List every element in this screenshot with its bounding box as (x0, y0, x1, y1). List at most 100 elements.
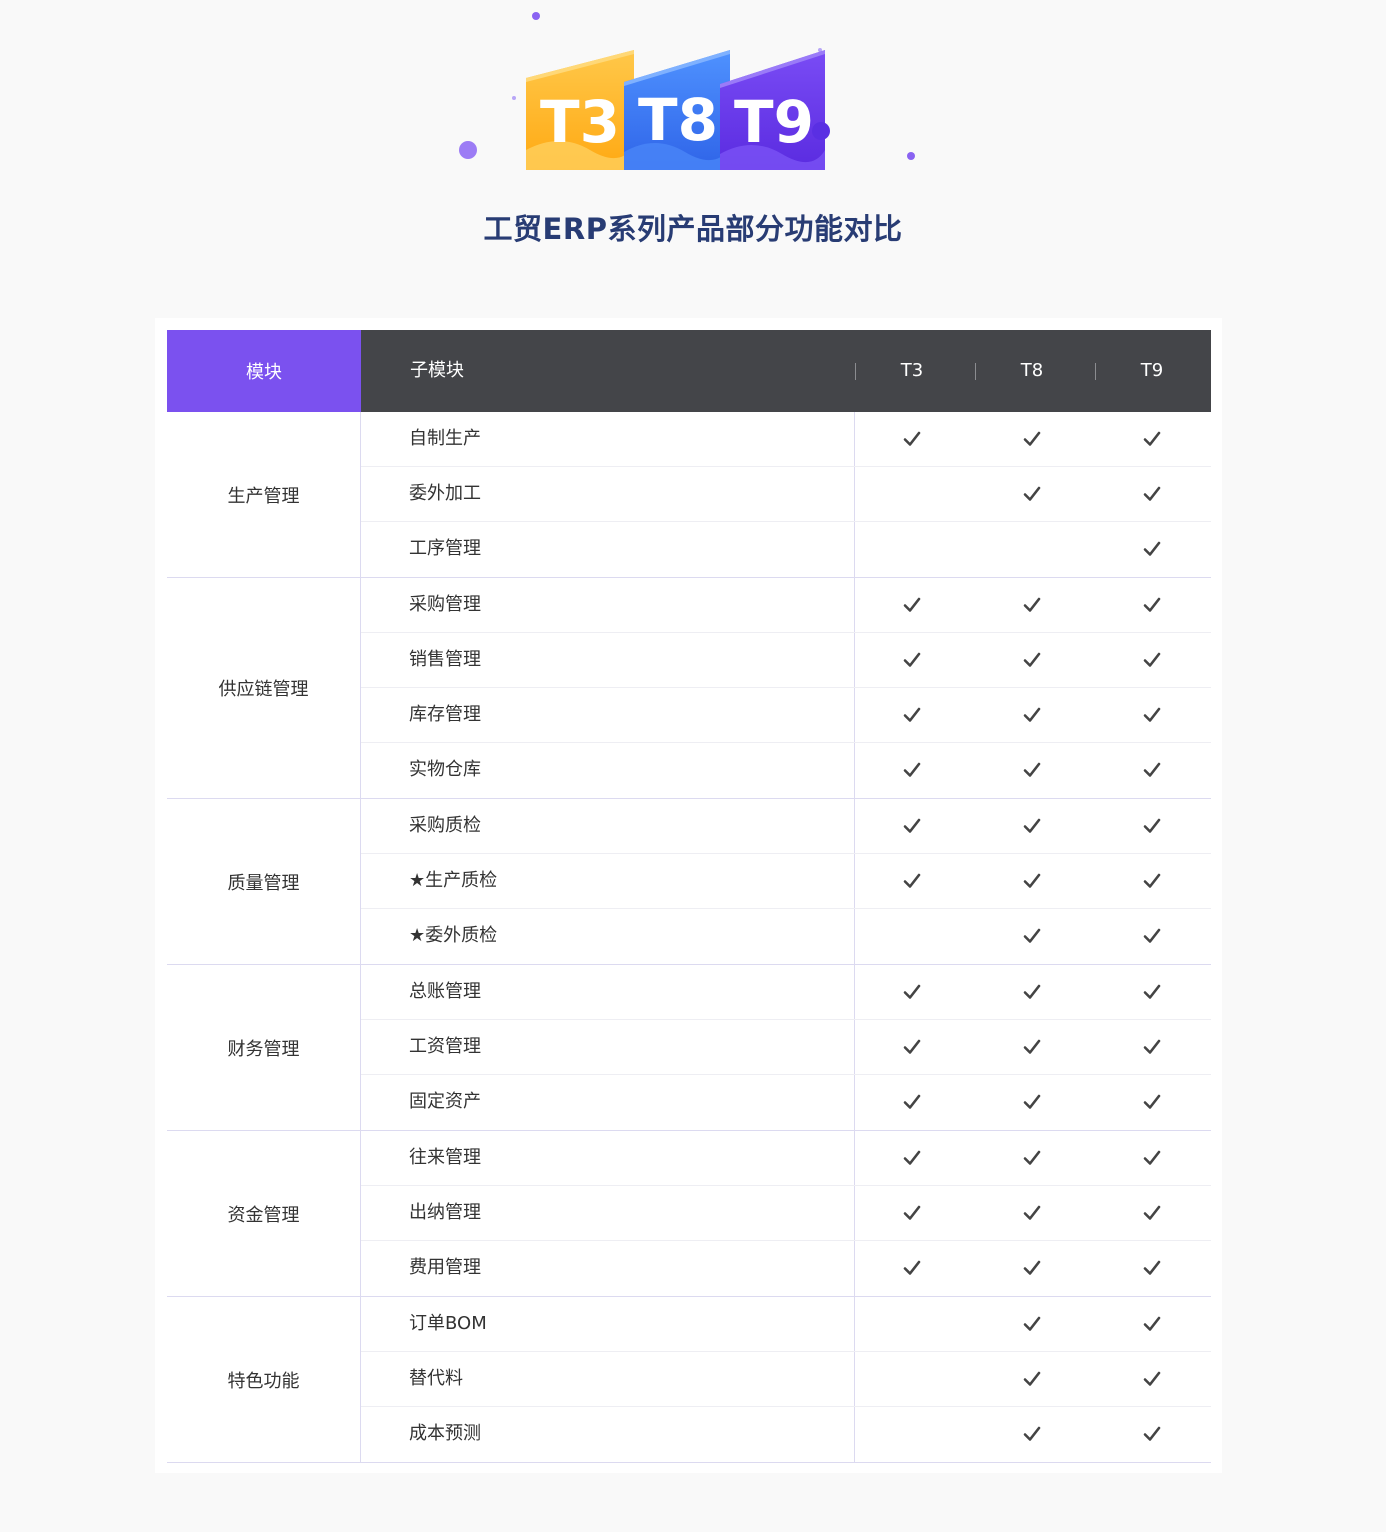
check-icon (1023, 1260, 1041, 1275)
submodule-label: 成本预测 (409, 1423, 481, 1444)
check-icon (1023, 431, 1041, 446)
module-label: 特色功能 (167, 1297, 361, 1462)
check-icon (1023, 1205, 1041, 1220)
table-row: 自制生产 (361, 412, 1211, 467)
cell-t8 (972, 633, 1092, 687)
t3-badge-text: T3 (540, 88, 620, 156)
check-icon (1143, 1094, 1161, 1109)
table-row: 工序管理 (361, 522, 1211, 577)
t8-badge: T8 (624, 50, 730, 170)
cell-t9 (1092, 1020, 1212, 1074)
table-row: 往来管理 (361, 1131, 1211, 1186)
cell-t3 (852, 688, 972, 742)
cell-t9 (1092, 909, 1212, 963)
check-icon (1023, 1094, 1041, 1109)
check-icon (1023, 984, 1041, 999)
cell-t9 (1092, 799, 1212, 853)
check-icon (1143, 1205, 1161, 1220)
cell-t3 (852, 1407, 972, 1461)
table-row: 出纳管理 (361, 1186, 1211, 1241)
cell-t3 (852, 522, 972, 576)
check-icon (1023, 873, 1041, 888)
cell-t8 (972, 1407, 1092, 1461)
cell-t3 (852, 743, 972, 797)
cell-t8 (972, 799, 1092, 853)
check-icon (903, 873, 921, 888)
check-icon (903, 1150, 921, 1165)
decor-dot (532, 12, 540, 20)
header-module: 模块 (167, 330, 361, 412)
t3-badge: T3 (526, 50, 634, 170)
table-header: 模块 子模块 T3 T8 T9 (167, 330, 1211, 412)
cell-t8 (972, 412, 1092, 466)
submodule-label: 采购质检 (409, 815, 481, 836)
submodule-label: 往来管理 (409, 1147, 481, 1168)
check-icon (903, 1039, 921, 1054)
table-row: 销售管理 (361, 633, 1211, 688)
decor-dot (512, 96, 516, 100)
product-logo: T3 T8 T9 (459, 12, 915, 170)
cell-t3 (852, 1075, 972, 1129)
submodule-label: 替代料 (409, 1368, 463, 1389)
check-icon (1143, 928, 1161, 943)
cell-t8 (972, 522, 1092, 576)
check-icon (1023, 597, 1041, 612)
cell-t8 (972, 467, 1092, 521)
module-group: 供应链管理 采购管理 销售管理 库存管理 实物仓库 (167, 578, 1211, 799)
cell-t9 (1092, 1407, 1212, 1461)
module-group: 资金管理 往来管理出纳管理费用管理 (167, 1131, 1211, 1297)
module-label: 供应链管理 (167, 578, 361, 798)
module-label: 资金管理 (167, 1131, 361, 1296)
table-row: ★生产质检 (361, 854, 1211, 909)
check-icon (1023, 762, 1041, 777)
check-icon (903, 431, 921, 446)
check-icon (1023, 1426, 1041, 1441)
check-icon (1143, 486, 1161, 501)
header-version-t8: T8 (1020, 360, 1044, 381)
submodule-label: 销售管理 (409, 649, 481, 670)
cell-t9 (1092, 412, 1212, 466)
submodule-label: ★委外质检 (409, 925, 498, 946)
cell-t8 (972, 1075, 1092, 1129)
check-icon (1143, 597, 1161, 612)
page-title: 工贸ERP系列产品部分功能对比 (483, 212, 903, 246)
table-row: ★委外质检 (361, 909, 1211, 964)
decor-dot (459, 141, 477, 159)
check-icon (1023, 707, 1041, 722)
module-label: 质量管理 (167, 799, 361, 964)
comparison-card: 模块 子模块 T3 T8 T9 生产管理 自制生产 委外加工 工序管理 供应链管理 采购管… (155, 318, 1222, 1473)
cell-t9 (1092, 1075, 1212, 1129)
check-icon (1023, 1371, 1041, 1386)
cell-t3 (852, 1241, 972, 1295)
module-group: 生产管理 自制生产 委外加工 工序管理 (167, 412, 1211, 578)
cell-t3 (852, 412, 972, 466)
cell-t8 (972, 1186, 1092, 1240)
submodule-label: 费用管理 (409, 1257, 481, 1278)
module-label: 财务管理 (167, 965, 361, 1130)
table-row: 采购管理 (361, 578, 1211, 633)
cell-t3 (852, 1352, 972, 1406)
submodule-label: 实物仓库 (409, 759, 481, 780)
decor-dot (812, 122, 830, 140)
table-row: 费用管理 (361, 1241, 1211, 1296)
submodule-list: 订单BOM 替代料 成本预测 (361, 1297, 1211, 1462)
check-icon (1023, 1316, 1041, 1331)
check-icon (1143, 1426, 1161, 1441)
table-row: 采购质检 (361, 799, 1211, 854)
module-group: 质量管理 采购质检 ★生产质检 ★委外质检 (167, 799, 1211, 965)
table-body: 生产管理 自制生产 委外加工 工序管理 供应链管理 采购管理 销售管理 库存管理 实物仓库 质量管… (167, 412, 1211, 1463)
cell-t9 (1092, 1352, 1212, 1406)
cell-t3 (852, 1131, 972, 1185)
module-group: 财务管理 总账管理 工资管理 固定资产 (167, 965, 1211, 1131)
cell-t3 (852, 1020, 972, 1074)
header-version-t9: T9 (1140, 360, 1164, 381)
module-group: 特色功能 订单BOM 替代料 成本预测 (167, 1297, 1211, 1463)
cell-t3 (852, 578, 972, 632)
check-icon (1023, 818, 1041, 833)
check-icon (1143, 1371, 1161, 1386)
check-icon (1143, 541, 1161, 556)
cell-t9 (1092, 854, 1212, 908)
cell-t3 (852, 1186, 972, 1240)
header-version-t3: T3 (900, 360, 924, 381)
check-icon (903, 1205, 921, 1220)
